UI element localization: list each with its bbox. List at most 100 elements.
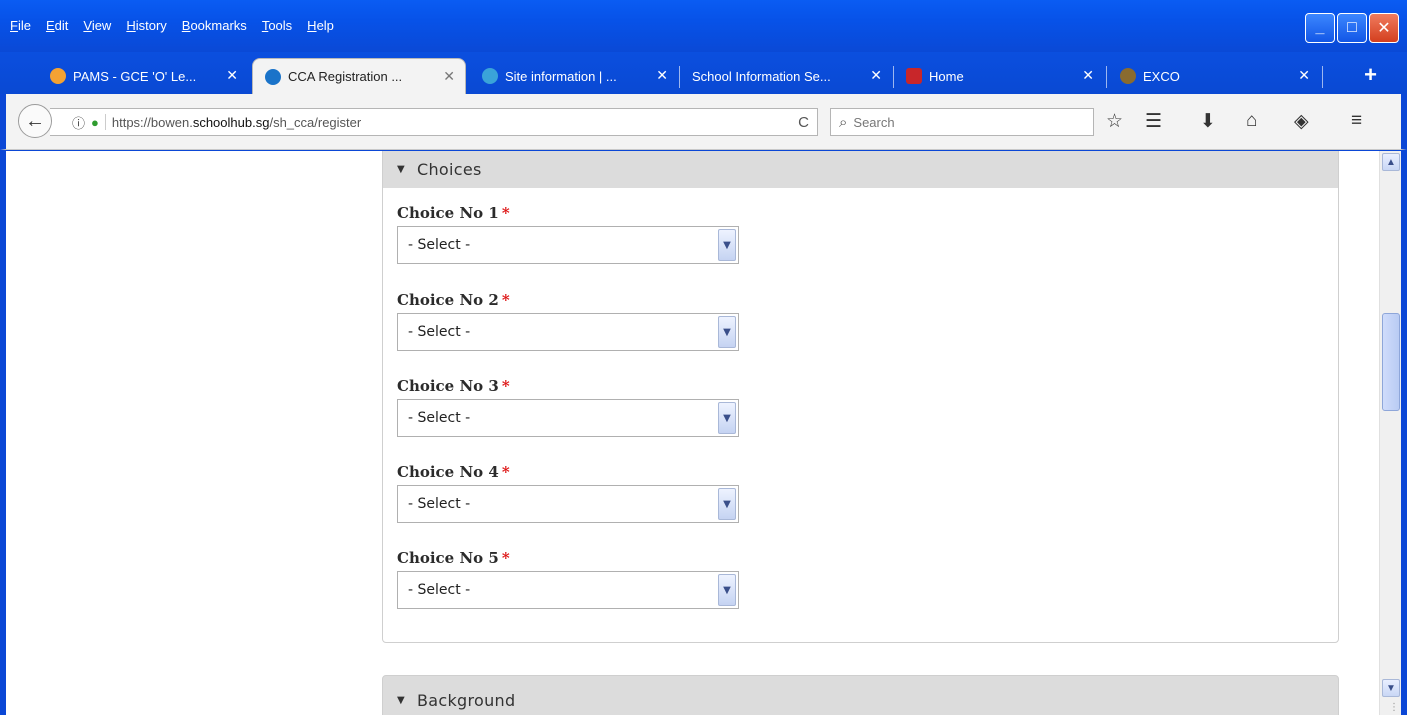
tab-home[interactable]: Home ✕ xyxy=(894,58,1104,94)
tab-close-icon[interactable]: ✕ xyxy=(870,67,882,84)
chevron-down-icon[interactable]: ▼ xyxy=(718,488,736,520)
navigation-bar: ⓘ ● https://bowen. schoolhub.sg/sh_cca/re… xyxy=(0,94,1407,150)
tab-label: Site information | ... xyxy=(505,68,617,84)
search-input[interactable]: ⌕ Search xyxy=(830,108,1094,136)
download-icon[interactable]: ⬇ xyxy=(1200,110,1216,133)
resize-grip-icon: ⋮ xyxy=(1389,702,1399,713)
lock-icon: ● xyxy=(91,114,99,130)
hamburger-menu-icon[interactable]: ≡ xyxy=(1351,110,1362,132)
search-placeholder: Search xyxy=(853,114,895,130)
url-path: /sh_cca/register xyxy=(269,114,362,130)
required-asterisk: * xyxy=(501,463,510,481)
vertical-scrollbar[interactable]: ▲ ▼ ⋮ xyxy=(1379,151,1401,715)
minimize-button[interactable]: _ xyxy=(1305,13,1335,43)
required-asterisk: * xyxy=(501,291,510,309)
chevron-down-icon[interactable]: ▼ xyxy=(718,402,736,434)
page-content: ▼ Choices Choice No 1 * - Select - ▼ Choi… xyxy=(6,151,1401,715)
menu-bar: File Edit View History Bookmarks Tools H… xyxy=(0,0,349,52)
choice-5-label: Choice No 5 * xyxy=(397,549,510,567)
choices-legend-label: Choices xyxy=(417,159,482,179)
info-icon[interactable]: ⓘ xyxy=(72,113,85,132)
choice-4-value: - Select - xyxy=(408,496,471,512)
menu-file[interactable]: File xyxy=(10,18,31,33)
tab-separator xyxy=(1322,66,1323,88)
choice-1-group: Choice No 1 * - Select - ▼ xyxy=(397,202,739,264)
chevron-down-icon[interactable]: ▼ xyxy=(718,316,736,348)
tab-close-icon[interactable]: ✕ xyxy=(1082,67,1094,84)
chevron-down-icon[interactable]: ▼ xyxy=(718,574,736,606)
tab-close-icon[interactable]: ✕ xyxy=(443,68,455,85)
pams-favicon-icon xyxy=(50,68,66,84)
tab-exco[interactable]: EXCO ✕ xyxy=(1108,58,1320,94)
tab-school-information[interactable]: School Information Se... ✕ xyxy=(680,58,892,94)
scroll-down-icon[interactable]: ▼ xyxy=(1382,679,1400,697)
maximize-button[interactable]: □ xyxy=(1337,13,1367,43)
choice-1-label: Choice No 1 * xyxy=(397,204,510,222)
choice-1-select[interactable]: - Select - ▼ xyxy=(397,226,739,264)
back-button[interactable]: ← xyxy=(18,104,52,138)
search-icon: ⌕ xyxy=(839,113,848,131)
choice-2-select[interactable]: - Select - ▼ xyxy=(397,313,739,351)
tab-close-icon[interactable]: ✕ xyxy=(1298,67,1310,84)
choice-1-value: - Select - xyxy=(408,237,471,253)
reload-icon[interactable]: C xyxy=(798,114,809,131)
exco-favicon-icon xyxy=(1120,68,1136,84)
tab-label: School Information Se... xyxy=(692,68,831,84)
tab-close-icon[interactable]: ✕ xyxy=(226,67,238,84)
tab-label: EXCO xyxy=(1143,68,1180,84)
url-prefix: https://bowen. xyxy=(111,114,193,130)
collapse-triangle-icon: ▼ xyxy=(397,694,405,706)
pocket-icon[interactable]: ◈ xyxy=(1294,110,1309,133)
choice-5-group: Choice No 5 * - Select - ▼ xyxy=(397,547,739,609)
drupal-favicon-icon xyxy=(482,68,498,84)
tab-separator xyxy=(1106,66,1107,88)
scroll-up-icon[interactable]: ▲ xyxy=(1382,153,1400,171)
home-icon[interactable]: ⌂ xyxy=(1246,110,1257,132)
menu-view[interactable]: View xyxy=(83,18,111,33)
choice-4-label: Choice No 4 * xyxy=(397,463,510,481)
choice-3-group: Choice No 3 * - Select - ▼ xyxy=(397,375,739,437)
close-window-button[interactable]: ✕ xyxy=(1369,13,1399,43)
choice-2-label: Choice No 2 * xyxy=(397,291,510,309)
school-crest-icon xyxy=(906,68,922,84)
choices-fieldset: ▼ Choices Choice No 1 * - Select - ▼ Choi… xyxy=(382,151,1339,643)
tab-label: PAMS - GCE 'O' Le... xyxy=(73,68,197,84)
new-tab-button[interactable]: + xyxy=(1364,62,1377,88)
choice-5-value: - Select - xyxy=(408,582,471,598)
url-domain: schoolhub.sg xyxy=(192,114,270,130)
drupal-favicon-icon xyxy=(265,68,281,85)
chevron-down-icon[interactable]: ▼ xyxy=(718,229,736,261)
choice-2-group: Choice No 2 * - Select - ▼ xyxy=(397,289,739,351)
tab-strip: PAMS - GCE 'O' Le... ✕ CCA Registration … xyxy=(0,52,1407,94)
window-controls: _ □ ✕ xyxy=(1305,13,1399,43)
menu-tools[interactable]: Tools xyxy=(262,18,292,33)
tab-label: Home xyxy=(929,68,964,84)
tab-label: CCA Registration ... xyxy=(288,69,403,84)
bookmark-star-icon[interactable]: ☆ xyxy=(1106,110,1123,133)
tab-pams[interactable]: PAMS - GCE 'O' Le... ✕ xyxy=(38,58,248,94)
tab-close-icon[interactable]: ✕ xyxy=(656,67,668,84)
url-separator xyxy=(104,114,106,130)
choice-5-select[interactable]: - Select - ▼ xyxy=(397,571,739,609)
choice-2-value: - Select - xyxy=(408,324,471,340)
scroll-thumb[interactable] xyxy=(1382,313,1400,411)
choice-4-select[interactable]: - Select - ▼ xyxy=(397,485,739,523)
choice-3-value: - Select - xyxy=(408,410,471,426)
library-icon[interactable]: ☰ xyxy=(1145,110,1162,133)
required-asterisk: * xyxy=(501,377,510,395)
menu-bookmarks[interactable]: Bookmarks xyxy=(182,18,247,33)
tab-cca-registration[interactable]: CCA Registration ... ✕ xyxy=(252,58,466,94)
choice-4-group: Choice No 4 * - Select - ▼ xyxy=(397,461,739,523)
menu-edit[interactable]: Edit xyxy=(46,18,68,33)
menu-history[interactable]: History xyxy=(126,18,166,33)
choice-3-select[interactable]: - Select - ▼ xyxy=(397,399,739,437)
tab-site-information[interactable]: Site information | ... ✕ xyxy=(470,58,678,94)
url-bar[interactable]: ⓘ ● https://bowen. schoolhub.sg/sh_cca/re… xyxy=(50,108,818,136)
choice-3-label: Choice No 3 * xyxy=(397,377,510,395)
choices-legend[interactable]: ▼ Choices xyxy=(383,151,1338,188)
collapse-triangle-icon: ▼ xyxy=(397,163,405,175)
background-legend-label: Background xyxy=(417,690,516,710)
background-legend[interactable]: ▼ Background xyxy=(382,675,1339,715)
required-asterisk: * xyxy=(501,204,510,222)
menu-help[interactable]: Help xyxy=(307,18,334,33)
